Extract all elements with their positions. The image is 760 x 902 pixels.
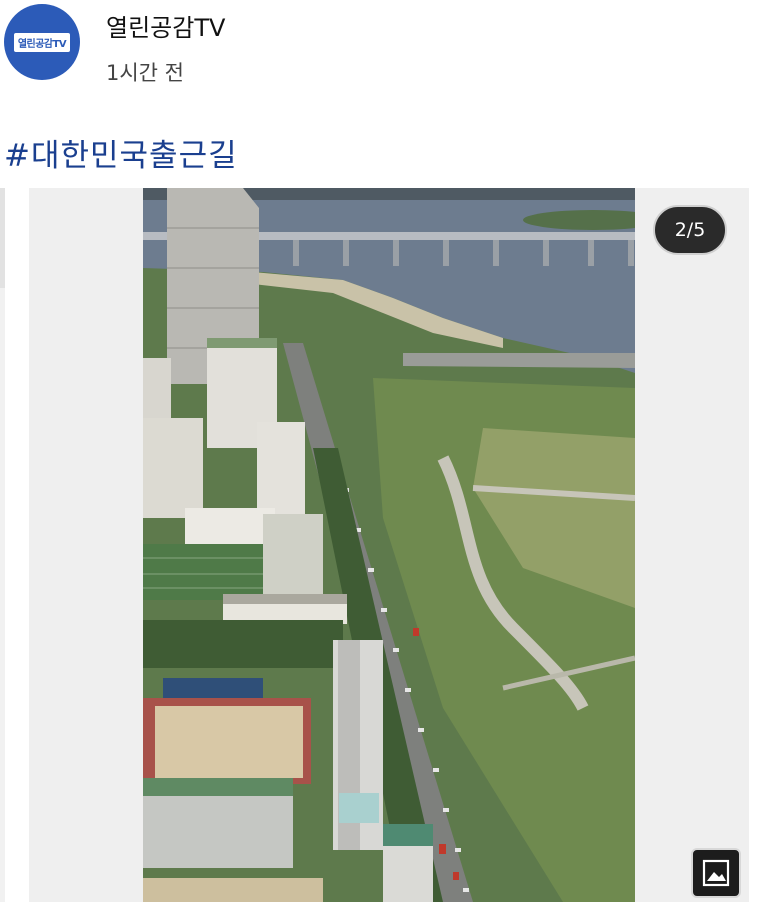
slide-counter: 2/5: [653, 205, 727, 255]
avatar-logo-text: 열린공감TV: [13, 32, 71, 52]
channel-avatar[interactable]: 열린공감TV: [4, 4, 80, 80]
aerial-city-photo: [143, 188, 635, 902]
post-time: 1시간 전: [106, 61, 184, 85]
channel-name[interactable]: 열린공감TV: [106, 8, 225, 43]
image-carousel[interactable]: 2/5: [29, 188, 749, 902]
previous-slide-edge: [0, 188, 5, 902]
hashtag-link[interactable]: #대한민국출근길: [4, 130, 238, 175]
gallery-button[interactable]: [691, 848, 741, 898]
gallery-icon: [702, 859, 730, 887]
aerial-photo-illustration: [143, 188, 635, 902]
